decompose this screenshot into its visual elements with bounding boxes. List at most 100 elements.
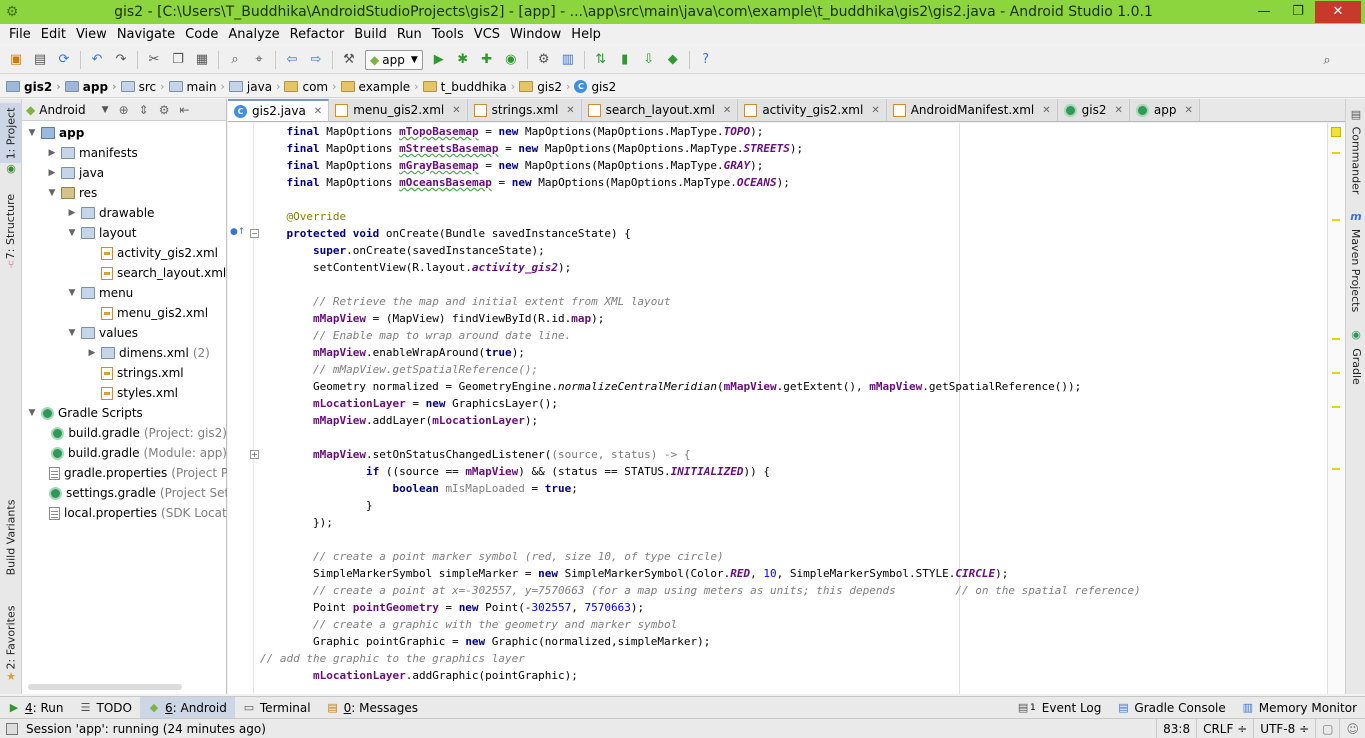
copy-icon[interactable]: ❐ xyxy=(166,49,190,71)
replace-icon[interactable]: ⌖ xyxy=(247,49,271,71)
breadcrumb-item[interactable]: main › xyxy=(168,80,229,94)
close-icon[interactable]: ✕ xyxy=(452,105,460,116)
find-icon[interactable]: ⌕ xyxy=(223,49,247,71)
editor-tab-activity-gis2-xml[interactable]: activity_gis2.xml ✕ xyxy=(738,99,887,121)
breadcrumb-item[interactable]: gis2 › xyxy=(6,80,65,94)
chevron-right-icon[interactable]: ▶ xyxy=(66,208,78,218)
menu-view[interactable]: View xyxy=(71,27,112,42)
breadcrumb-item[interactable]: example › xyxy=(340,80,423,94)
breadcrumb-item[interactable]: src › xyxy=(120,80,169,94)
make-icon[interactable]: ⚒ xyxy=(337,49,361,71)
editor-tab-search-layout-xml[interactable]: search_layout.xml ✕ xyxy=(581,99,739,121)
close-icon[interactable]: ✕ xyxy=(566,105,574,116)
warning-marker[interactable] xyxy=(1332,372,1340,374)
settings-icon[interactable]: ⚙ xyxy=(532,49,556,71)
lock-icon[interactable]: ▢ xyxy=(1315,718,1339,738)
inspector-icon[interactable]: ☺ xyxy=(1339,718,1365,738)
breadcrumb-item[interactable]: gis2 › xyxy=(519,80,574,94)
menu-refactor[interactable]: Refactor xyxy=(285,27,350,42)
code-line[interactable]: // create a point at x=-302557, y=757066… xyxy=(260,582,1141,599)
tree-item[interactable]: ▼ Gradle Scripts xyxy=(22,403,227,423)
avd-icon[interactable]: ▮ xyxy=(613,49,637,71)
tree-item[interactable]: build.gradle (Project: gis2) xyxy=(22,423,227,443)
code-line[interactable] xyxy=(260,276,1141,293)
code-line[interactable]: super.onCreate(savedInstanceState); xyxy=(260,242,1141,259)
tree-item[interactable]: ▶ dimens.xml (2) xyxy=(22,343,227,363)
chevron-down-icon[interactable]: ▼ xyxy=(66,328,78,338)
bottom-tab-todo[interactable]: ☰ TODO xyxy=(72,697,140,718)
close-button[interactable]: ✕ xyxy=(1315,1,1361,23)
editor-tab-gis2[interactable]: gis2 ✕ xyxy=(1057,99,1130,121)
attach-icon[interactable]: ✚ xyxy=(475,49,499,71)
bottom-tab-terminal[interactable]: ▭ Terminal xyxy=(235,697,319,718)
menu-build[interactable]: Build xyxy=(349,27,392,42)
close-icon[interactable]: ✕ xyxy=(723,105,731,116)
code-line[interactable]: // Enable map to wrap around date line. xyxy=(260,327,1141,344)
code-line[interactable]: // add the graphic to the graphics layer xyxy=(260,650,1141,667)
warning-indicator-icon[interactable] xyxy=(1331,127,1341,137)
open-icon[interactable]: ▣ xyxy=(4,49,28,71)
chevron-down-icon[interactable]: ▼ xyxy=(46,188,58,198)
view-mode-select[interactable]: Android xyxy=(39,103,85,117)
undo-icon[interactable]: ↶ xyxy=(85,49,109,71)
tree-item[interactable]: ▼ layout xyxy=(22,223,227,243)
editor-tab-menu-gis2-xml[interactable]: menu_gis2.xml ✕ xyxy=(329,99,468,121)
editor-tab-androidmanifest-xml[interactable]: AndroidManifest.xml ✕ xyxy=(886,99,1058,121)
code-line[interactable]: SimpleMarkerSymbol simpleMarker = new Si… xyxy=(260,565,1141,582)
bottom-tab-event-log[interactable]: ▤ 1 Event Log xyxy=(1009,697,1109,718)
tree-item[interactable]: ▼ res xyxy=(22,183,227,203)
chevron-down-icon[interactable]: ▼ xyxy=(26,408,38,418)
code-line[interactable]: mMapView.addLayer(mLocationLayer); xyxy=(260,412,1141,429)
code-editor[interactable]: ●↑ − + final MapOptions mTopoBasemap = n… xyxy=(228,123,1327,694)
code-line[interactable]: mLocationLayer.addGraphic(pointGraphic); xyxy=(260,667,1141,684)
editor-tab-strings-xml[interactable]: strings.xml ✕ xyxy=(467,99,582,121)
android-monitor-icon[interactable]: ◆ xyxy=(661,49,685,71)
chevron-down-icon[interactable]: ▼ xyxy=(66,228,78,238)
cut-icon[interactable]: ✂ xyxy=(142,49,166,71)
code-line[interactable]: mMapView = (MapView) findViewById(R.id.m… xyxy=(260,310,1141,327)
chevron-right-icon[interactable]: ▶ xyxy=(46,168,58,178)
code-line[interactable]: Graphic pointGraphic = new Graphic(norma… xyxy=(260,633,1141,650)
code-line[interactable]: // create a point marker symbol (red, si… xyxy=(260,548,1141,565)
forward-icon[interactable]: ⇨ xyxy=(304,49,328,71)
tree-item[interactable]: ▼ menu xyxy=(22,283,227,303)
paste-icon[interactable]: ▦ xyxy=(190,49,214,71)
warning-marker[interactable] xyxy=(1332,468,1340,470)
gear-icon[interactable]: ⚙ xyxy=(159,103,170,117)
search-icon[interactable]: ⌕ xyxy=(1315,49,1339,71)
menu-tools[interactable]: Tools xyxy=(427,27,469,42)
horizontal-scrollbar[interactable] xyxy=(28,684,182,690)
code-line[interactable]: mMapView.enableWrapAround(true); xyxy=(260,344,1141,361)
bottom-tab-android[interactable]: ◆ 6: Android xyxy=(139,697,235,718)
code-line[interactable] xyxy=(260,429,1141,446)
breadcrumb-item[interactable]: t_buddhika › xyxy=(422,80,520,94)
tree-item[interactable]: activity_gis2.xml xyxy=(22,243,227,263)
help-icon[interactable]: ? xyxy=(694,49,718,71)
tree-item[interactable]: ▶ drawable xyxy=(22,203,227,223)
close-icon[interactable]: ✕ xyxy=(1184,105,1192,116)
chevron-right-icon[interactable]: ▶ xyxy=(46,148,58,158)
chevron-down-icon[interactable]: ▼ xyxy=(102,105,109,115)
code-line[interactable]: protected void onCreate(Bundle savedInst… xyxy=(260,225,1141,242)
tree-item[interactable]: ▼ app xyxy=(22,123,227,143)
run-config-select[interactable]: ◆ app ▼ xyxy=(365,49,423,70)
bottom-tab-messages[interactable]: ▤ 0: Messages xyxy=(319,697,426,718)
menu-file[interactable]: File xyxy=(4,27,36,42)
tab-favorites[interactable]: 2: Favorites xyxy=(0,604,22,670)
code-line[interactable]: }); xyxy=(260,514,1141,531)
hide-panel-icon[interactable]: ⇤ xyxy=(179,103,189,117)
menu-help[interactable]: Help xyxy=(566,27,606,42)
code-line[interactable]: @Override xyxy=(260,208,1141,225)
menu-analyze[interactable]: Analyze xyxy=(223,27,284,42)
code-line[interactable]: final MapOptions mTopoBasemap = new MapO… xyxy=(260,123,1141,140)
code-line[interactable]: // create a graphic with the geometry an… xyxy=(260,616,1141,633)
bottom-tab-run[interactable]: ▶ 4: Run xyxy=(0,697,72,718)
tree-item[interactable]: local.properties (SDK Locati xyxy=(22,503,227,523)
fold-toggle-icon[interactable]: − xyxy=(250,229,259,238)
editor-tab-gis2-java[interactable]: Cgis2.java ✕ xyxy=(228,99,330,121)
override-marker-icon[interactable]: ●↑ xyxy=(230,227,245,237)
code-line[interactable]: Geometry normalized = GeometryEngine.nor… xyxy=(260,378,1141,395)
tree-item[interactable]: search_layout.xml xyxy=(22,263,227,283)
breadcrumb-item[interactable]: app › xyxy=(64,80,121,94)
tab-commander[interactable]: Commander xyxy=(1346,125,1365,195)
